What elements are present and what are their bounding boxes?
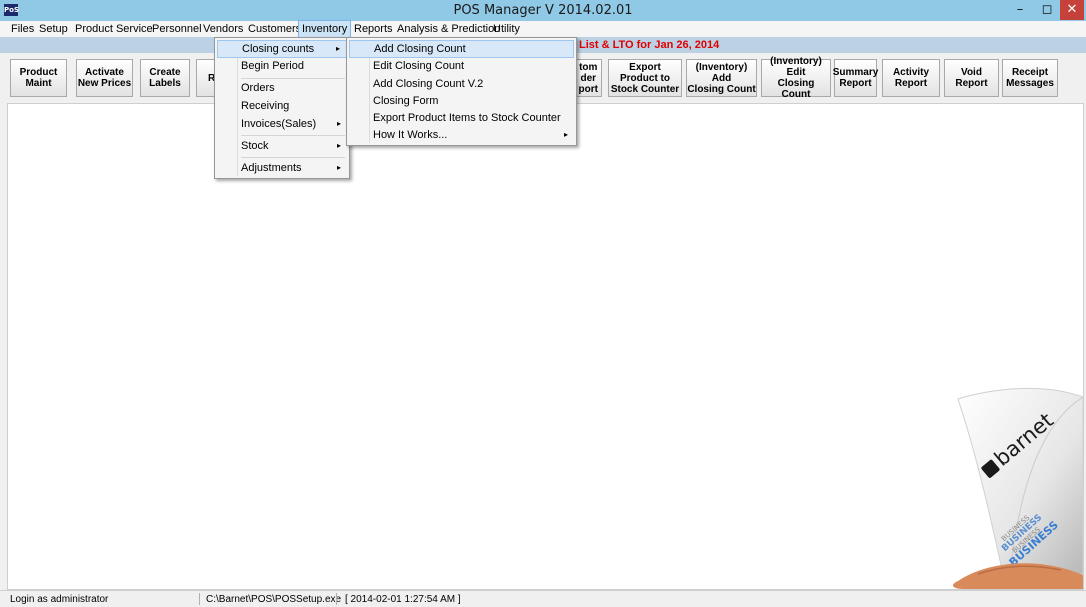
menu-export-product-items-label: Export Product Items to Stock Counter [373,112,561,124]
menu-adjustments[interactable]: Adjustments ▸ [217,159,347,177]
menu-invoices-sales-label: Invoices(Sales) [241,118,317,130]
inventory-add-closing-count-button[interactable]: (Inventory) Add Closing Count [686,59,757,97]
menu-utility[interactable]: Utility [490,21,523,37]
menu-edit-closing-count-label: Edit Closing Count [373,60,465,72]
menu-inventory[interactable]: Inventory [298,20,352,38]
menu-add-closing-count-v2[interactable]: Add Closing Count V.2 [349,75,574,93]
closing-counts-submenu: Add Closing Count Edit Closing Count Add… [346,37,577,146]
status-separator [336,593,337,605]
window-title: POS Manager V 2014.02.01 [453,3,633,18]
menu-receiving[interactable]: Receiving [217,97,347,115]
menu-add-closing-count-v2-label: Add Closing Count V.2 [373,78,484,90]
status-bar: Login as administrator C:\Barnet\POS\POS… [0,590,1086,607]
menu-analysis-prediction[interactable]: Analysis & Prediction [394,21,503,37]
menu-closing-counts-label: Closing counts [242,43,315,55]
menu-how-it-works-label: How It Works... [373,129,448,141]
inventory-menu: Closing counts ▸ Begin Period Orders Rec… [214,37,350,179]
menu-vendors[interactable]: Vendors [200,21,246,37]
submenu-arrow-icon: ▸ [336,163,341,172]
export-product-to-stock-counter-button[interactable]: Export Product to Stock Counter [608,59,682,97]
menu-begin-period[interactable]: Begin Period [217,57,347,75]
menu-stock[interactable]: Stock ▸ [217,137,347,155]
maximize-button[interactable]: ◻ [1034,0,1060,20]
submenu-arrow-icon: ▸ [336,119,341,128]
activity-report-button[interactable]: Activity Report [882,59,940,97]
menu-files[interactable]: Files [8,21,37,37]
activate-new-prices-button[interactable]: Activate New Prices [76,59,133,97]
menu-product-service[interactable]: Product Service [72,21,156,37]
menu-closing-counts[interactable]: Closing counts ▸ [217,40,347,58]
setup-path: C:\Barnet\POS\POSSetup.exe [206,594,342,605]
menu-edit-closing-count[interactable]: Edit Closing Count [349,57,574,75]
submenu-arrow-icon: ▸ [563,130,568,139]
status-separator [199,593,200,605]
menu-add-closing-count[interactable]: Add Closing Count [349,40,574,58]
menu-adjustments-label: Adjustments [241,162,302,174]
menu-stock-label: Stock [241,140,269,152]
create-labels-button[interactable]: Create Labels [140,59,190,97]
menu-export-product-items[interactable]: Export Product Items to Stock Counter [349,109,574,127]
menu-reports[interactable]: Reports [351,21,396,37]
price-list-notice: List & LTO for Jan 26, 2014 [579,39,720,51]
menu-orders[interactable]: Orders [217,79,347,97]
menu-personnel[interactable]: Personnel [149,21,205,37]
close-button[interactable]: ✕ [1060,0,1084,20]
menu-receiving-label: Receiving [241,100,290,112]
menu-separator [241,135,345,136]
product-maint-button[interactable]: Product Maint [10,59,67,97]
summary-report-button[interactable]: Summary Report [833,59,878,97]
menu-add-closing-count-label: Add Closing Count [374,43,466,55]
menu-bar: Files Setup Product Service Personnel Ve… [0,20,1086,38]
title-bar: PoS POS Manager V 2014.02.01 – ◻ ✕ [0,0,1086,21]
menu-closing-form[interactable]: Closing Form [349,92,574,110]
status-timestamp: [ 2014-02-01 1:27:54 AM ] [345,594,461,605]
menu-separator [241,157,345,158]
work-area: barnet BUSINESS BUSINESS BUSINESS BUSINE… [7,103,1084,590]
menu-setup[interactable]: Setup [36,21,71,37]
menu-invoices-sales[interactable]: Invoices(Sales) ▸ [217,115,347,133]
void-report-button[interactable]: Void Report [944,59,999,97]
receipt-messages-button[interactable]: Receipt Messages [1002,59,1058,97]
menu-customers[interactable]: Customers [245,21,304,37]
menu-how-it-works[interactable]: How It Works... ▸ [349,126,574,144]
menu-begin-period-label: Begin Period [241,60,304,72]
submenu-arrow-icon: ▸ [335,44,340,53]
inventory-edit-closing-count-button[interactable]: (Inventory) Edit Closing Count [761,56,831,100]
barnet-business-logo: barnet BUSINESS BUSINESS BUSINESS BUSINE… [952,387,1083,589]
menu-orders-label: Orders [241,82,275,94]
menu-closing-form-label: Closing Form [373,95,439,107]
minimize-button[interactable]: – [1006,0,1034,20]
submenu-arrow-icon: ▸ [336,141,341,150]
login-status: Login as administrator [10,594,109,605]
